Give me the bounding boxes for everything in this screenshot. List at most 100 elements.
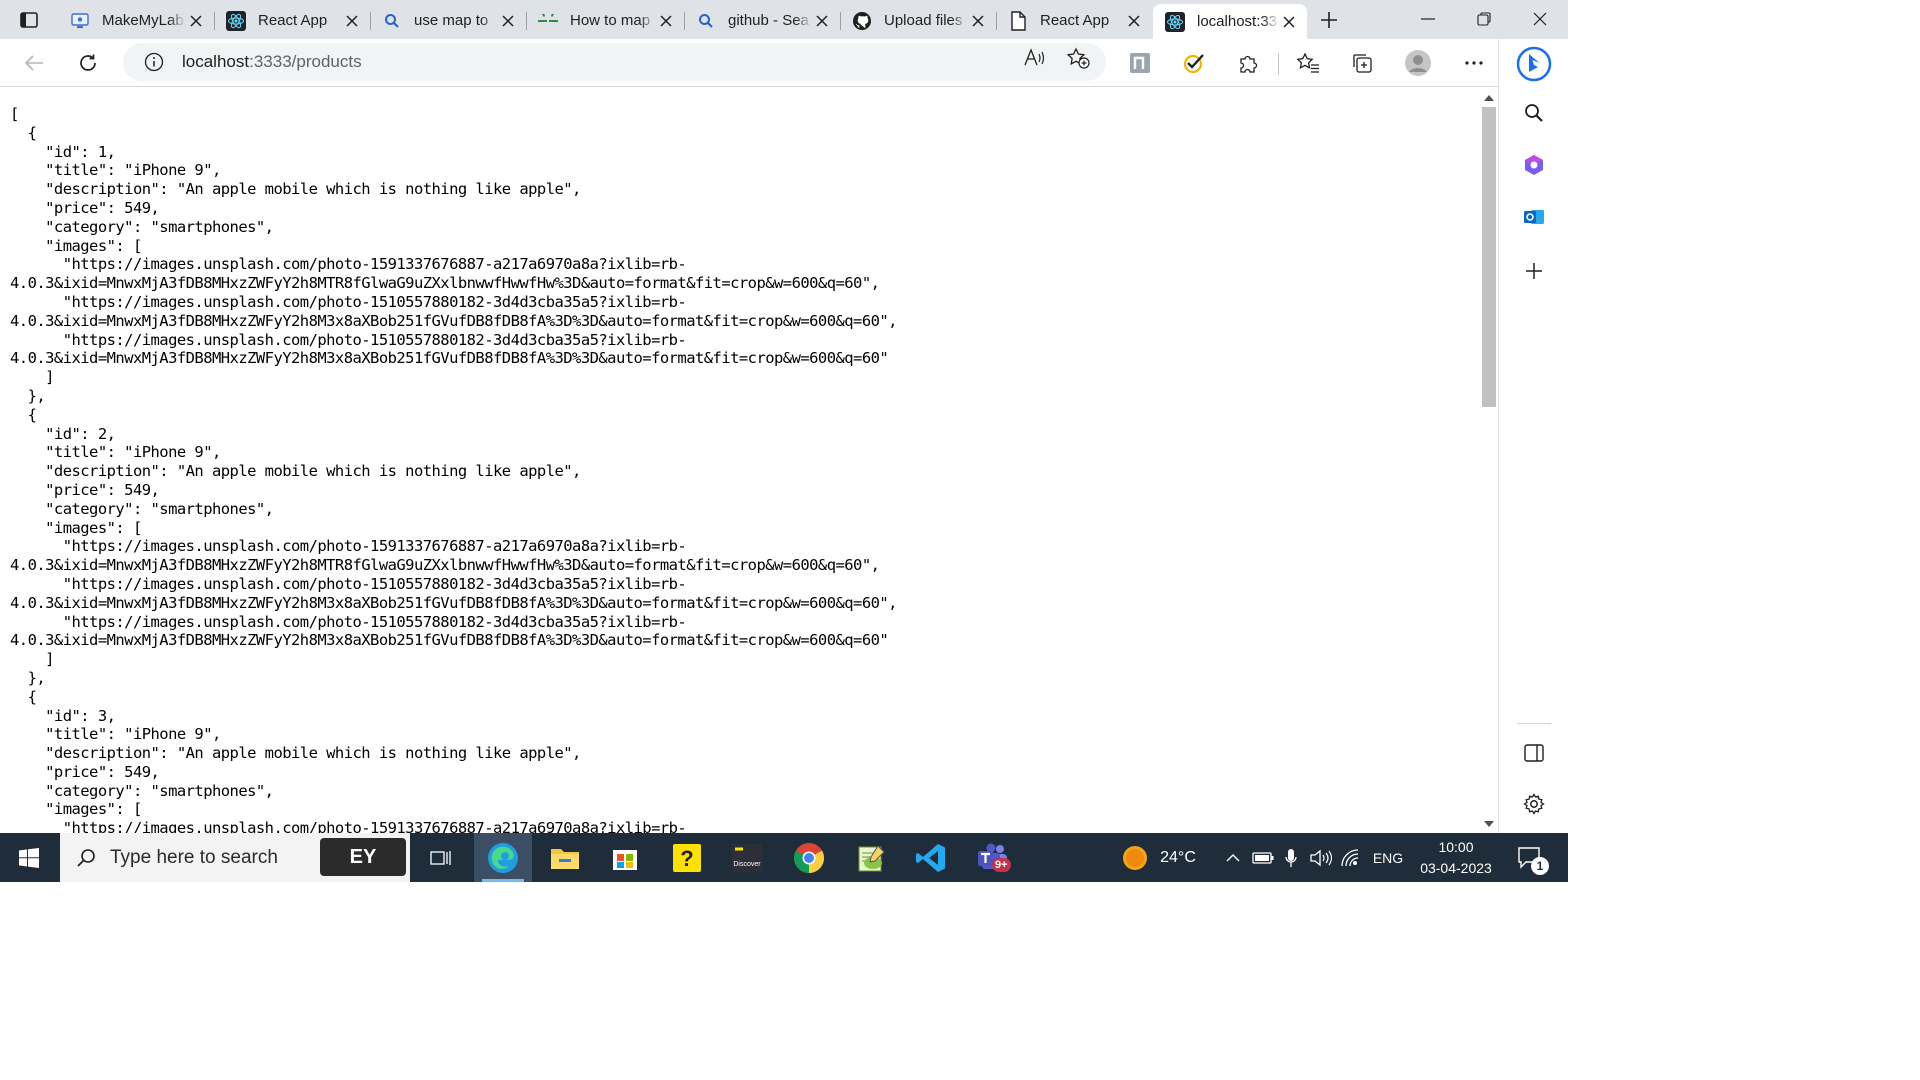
add-favorite-button[interactable] xyxy=(1065,46,1091,70)
edge-icon xyxy=(488,842,518,873)
task-view-button[interactable] xyxy=(416,833,466,882)
tab-how-to-map[interactable]: How to map xyxy=(526,4,684,37)
notification-center-button[interactable]: 1 xyxy=(1510,833,1550,882)
tab-label: React App xyxy=(258,12,328,29)
tab-makemylab[interactable]: MakeMyLab xyxy=(58,4,214,37)
favorites-button[interactable] xyxy=(1292,47,1324,79)
scroll-up-icon[interactable] xyxy=(1483,91,1495,103)
taskbar-store[interactable] xyxy=(596,833,654,882)
microphone-tray-button[interactable] xyxy=(1280,833,1302,882)
close-icon[interactable] xyxy=(1124,11,1144,31)
battery-tray-button[interactable] xyxy=(1250,833,1276,882)
ey-discover-label: Discover xyxy=(733,861,761,868)
show-hidden-icons-button[interactable] xyxy=(1222,833,1244,882)
extension-norton-button[interactable] xyxy=(1178,47,1210,79)
minimize-button[interactable] xyxy=(1400,0,1456,38)
taskbar-edge[interactable] xyxy=(474,833,532,882)
taskbar-file-explorer[interactable] xyxy=(536,833,594,882)
start-button[interactable] xyxy=(6,833,52,882)
back-button[interactable] xyxy=(18,47,50,79)
close-window-button[interactable] xyxy=(1512,0,1568,38)
scroll-down-icon[interactable] xyxy=(1483,818,1495,830)
notification-count-badge: 1 xyxy=(1531,857,1549,875)
tab-actions-button[interactable] xyxy=(8,6,50,34)
notepad-plus-icon xyxy=(858,844,885,871)
close-icon[interactable] xyxy=(186,11,206,31)
sidebar-toggle-icon xyxy=(1524,744,1544,762)
extension-n-icon xyxy=(1130,53,1150,73)
sidebar-office-button[interactable] xyxy=(1518,149,1550,181)
avatar xyxy=(1405,50,1431,76)
vertical-scrollbar[interactable] xyxy=(1479,88,1498,833)
svg-text:?: ? xyxy=(680,846,693,871)
react-icon xyxy=(226,10,246,31)
collections-button[interactable] xyxy=(1346,47,1378,79)
search-icon xyxy=(1525,104,1543,122)
close-icon[interactable] xyxy=(498,11,518,31)
close-icon[interactable] xyxy=(342,11,362,31)
refresh-button[interactable] xyxy=(72,47,104,79)
taskbar-teams[interactable]: 9+ xyxy=(964,833,1022,882)
language-button[interactable]: ENG xyxy=(1368,833,1408,882)
taskbar-chrome[interactable] xyxy=(780,833,838,882)
tab-label: github - Sea xyxy=(728,12,809,29)
volume-tray-button[interactable] xyxy=(1308,833,1334,882)
url-host: localhost xyxy=(182,52,250,71)
speaker-icon xyxy=(1310,849,1332,866)
tab-label: React App xyxy=(1040,12,1110,29)
bing-button[interactable] xyxy=(1515,45,1553,83)
tab-upload-files[interactable]: Upload files xyxy=(840,4,996,37)
checkmark-badge-icon xyxy=(1183,54,1204,74)
taskbar-search-box[interactable]: Type here to search EY xyxy=(60,833,410,882)
favorites-icon xyxy=(1296,52,1319,73)
settings-more-button[interactable] xyxy=(1458,47,1490,79)
outlook-icon xyxy=(1524,210,1544,224)
hide-sidebar-button[interactable] xyxy=(1518,737,1550,769)
tab-actions-icon xyxy=(20,12,38,28)
restore-icon xyxy=(1477,12,1491,26)
navigation-bar: localhost:3333/products xyxy=(0,39,1568,87)
react-icon xyxy=(1165,11,1185,32)
tab-react-app[interactable]: React App xyxy=(214,4,370,37)
tab-search-github[interactable]: github - Sea xyxy=(684,4,840,37)
sun-icon xyxy=(1123,845,1147,870)
profile-button[interactable] xyxy=(1402,47,1434,79)
arrow-left-icon xyxy=(24,55,43,71)
address-bar[interactable]: localhost:3333/products xyxy=(123,43,1106,81)
page-content: [ { "id": 1, "title": "iPhone 9", "descr… xyxy=(0,88,1479,833)
page-icon xyxy=(1008,10,1028,31)
tab-strip: MakeMyLab React App use map to How to ma… xyxy=(0,0,1568,39)
sidebar-outlook-button[interactable] xyxy=(1518,201,1550,233)
extensions-button[interactable] xyxy=(1232,47,1264,79)
weather-temperature[interactable]: 24°C xyxy=(1154,833,1202,882)
info-icon[interactable] xyxy=(143,51,165,73)
sidebar-search-button[interactable] xyxy=(1518,97,1550,129)
tab-search-use-map[interactable]: use map to xyxy=(370,4,526,37)
taskbar-notepad-plus[interactable] xyxy=(842,833,900,882)
sidebar-settings-button[interactable] xyxy=(1518,788,1550,820)
search-icon xyxy=(77,848,95,867)
sidebar-add-button[interactable] xyxy=(1518,255,1550,287)
taskbar-help[interactable]: ? xyxy=(658,833,716,882)
extension-n-button[interactable] xyxy=(1124,47,1156,79)
task-view-icon xyxy=(430,850,451,865)
teams-badge: 9+ xyxy=(992,858,1011,872)
clock-button[interactable]: 10:00 03-04-2023 xyxy=(1414,837,1498,879)
close-icon[interactable] xyxy=(1279,12,1299,32)
tab-localhost[interactable]: localhost:33 xyxy=(1153,4,1307,39)
tab-label: use map to xyxy=(414,12,489,29)
new-tab-button[interactable] xyxy=(1314,6,1344,34)
taskbar-vscode[interactable] xyxy=(902,833,960,882)
scrollbar-thumb[interactable] xyxy=(1482,107,1496,407)
weather-button[interactable] xyxy=(1118,833,1152,882)
restore-button[interactable] xyxy=(1456,0,1512,38)
wifi-tray-button[interactable] xyxy=(1338,833,1364,882)
close-icon[interactable] xyxy=(656,11,676,31)
close-icon[interactable] xyxy=(968,11,988,31)
close-icon[interactable] xyxy=(812,11,832,31)
read-aloud-button[interactable] xyxy=(1022,46,1048,70)
tab-label: How to map xyxy=(570,12,651,29)
tab-react-app-2[interactable]: React App xyxy=(996,4,1152,37)
star-add-icon xyxy=(1066,47,1090,69)
taskbar-ey-discover[interactable]: Discover xyxy=(718,833,776,882)
